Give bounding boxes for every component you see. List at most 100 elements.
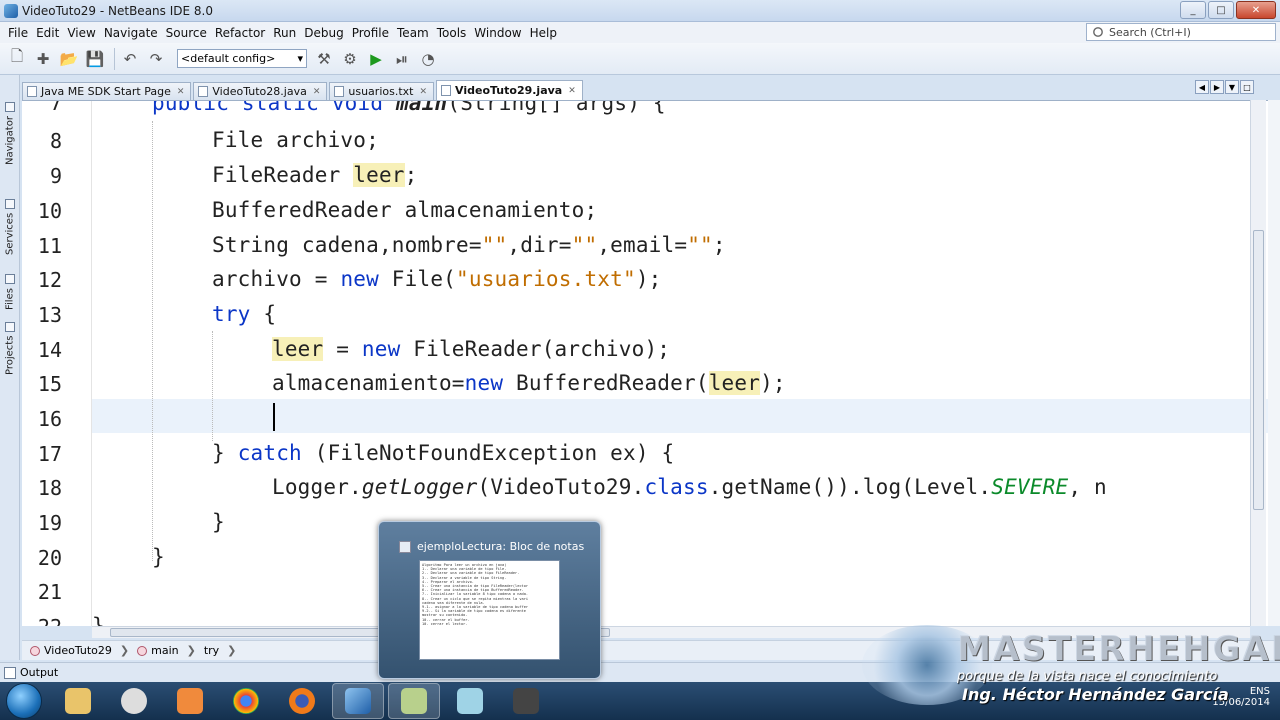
open-project-icon[interactable]: 📂	[58, 48, 80, 70]
projects-tab[interactable]: Projects	[2, 315, 18, 375]
chevron-right-icon[interactable]: ▶	[1210, 80, 1224, 94]
code-editor[interactable]: 7 8 9 10 11 12 13 14 15 16 17 18 19 20 2…	[22, 100, 1270, 626]
menu-file[interactable]: File	[4, 26, 32, 40]
menu-navigate[interactable]: Navigate	[100, 26, 162, 40]
taskbar	[0, 682, 1280, 720]
line-number: 22	[22, 615, 62, 626]
services-tab[interactable]: Services	[2, 185, 18, 255]
menu-team[interactable]: Team	[393, 26, 433, 40]
keyword: catch	[237, 441, 302, 465]
taskbar-netbeans[interactable]	[332, 683, 384, 719]
taskbar-media[interactable]	[164, 683, 216, 719]
netbeans-icon	[345, 688, 371, 714]
netbeans-app-icon	[4, 3, 18, 18]
search-input[interactable]	[1109, 25, 1269, 39]
taskbar-explorer[interactable]	[52, 683, 104, 719]
projects-icon	[5, 321, 15, 332]
taskbar-thumbnail-popup[interactable]: ejemploLectura: Bloc de notas Algoritmo …	[378, 521, 601, 679]
close-icon[interactable]: ✕	[313, 87, 321, 97]
profile-icon[interactable]: ◔	[417, 48, 439, 70]
redo-icon[interactable]: ↷	[145, 48, 167, 70]
menu-help[interactable]: Help	[526, 26, 561, 40]
menu-refactor[interactable]: Refactor	[211, 26, 269, 40]
language-indicator[interactable]: ENS	[1212, 686, 1270, 697]
line-number: 15	[37, 372, 62, 396]
menu-source[interactable]: Source	[162, 26, 211, 40]
keyword: new	[464, 371, 504, 395]
config-dropdown[interactable]: <default config> ▾	[177, 49, 307, 68]
navigator-tab[interactable]: Navigator	[2, 95, 18, 165]
debug-icon[interactable]: ⏯	[391, 48, 413, 70]
title-bar: VideoTuto29 - NetBeans IDE 8.0 _ □ ✕	[0, 0, 1280, 22]
breadcrumb-try[interactable]: try ❯	[204, 644, 237, 657]
menu-tools[interactable]: Tools	[433, 26, 471, 40]
maximize-editor-icon[interactable]: □	[1240, 80, 1254, 94]
breadcrumb-class[interactable]: VideoTuto29 ❯	[30, 644, 129, 657]
minimize-button[interactable]: _	[1180, 1, 1206, 19]
scrollbar-thumb[interactable]	[1253, 230, 1264, 510]
tab-usuarios-txt[interactable]: usuarios.txt ✕	[329, 82, 435, 100]
horizontal-scrollbar[interactable]	[92, 626, 1250, 638]
menu-edit[interactable]: Edit	[32, 26, 63, 40]
error-stripe	[1268, 100, 1280, 626]
code-text: (FileNotFoundException ex) {	[301, 441, 675, 465]
clock-icon	[121, 688, 147, 714]
undo-icon[interactable]: ↶	[119, 48, 141, 70]
output-tab[interactable]: Output	[0, 662, 1280, 682]
string-literal: ""	[687, 233, 713, 257]
code-text: BufferedReader(	[503, 371, 709, 395]
taskbar-recorder[interactable]	[500, 683, 552, 719]
services-tab-label: Services	[4, 212, 16, 255]
save-all-icon[interactable]: 💾	[84, 48, 106, 70]
string-literal: ""	[481, 233, 508, 257]
breadcrumb: VideoTuto29 ❯ main ❯ try ❯	[22, 640, 1280, 660]
line-number: 8	[49, 129, 62, 153]
files-tab[interactable]: Files	[2, 265, 18, 310]
keyword: new	[361, 337, 401, 361]
vertical-scrollbar[interactable]	[1250, 100, 1266, 626]
code-text: (VideoTuto29.	[477, 475, 645, 499]
start-button[interactable]	[6, 683, 42, 719]
files-tab-label: Files	[4, 288, 16, 310]
clean-build-icon[interactable]: ⚙	[339, 48, 361, 70]
tray-date[interactable]: 15/06/2014	[1212, 697, 1270, 708]
files-icon	[5, 274, 15, 285]
menu-run[interactable]: Run	[269, 26, 300, 40]
code-line-22: }	[92, 614, 105, 626]
chevron-down-icon[interactable]: ▼	[1225, 80, 1239, 94]
tab-videotuto28-java[interactable]: VideoTuto28.java ✕	[193, 82, 328, 100]
code-line-18: Logger.getLogger(VideoTuto29.class.getNa…	[272, 475, 1107, 499]
build-icon[interactable]: ⚒	[313, 48, 335, 70]
taskbar-firefox[interactable]	[276, 683, 328, 719]
code-text: );	[635, 267, 662, 291]
run-icon[interactable]: ▶	[365, 48, 387, 70]
breadcrumb-label: main	[151, 644, 179, 657]
close-icon[interactable]: ✕	[177, 87, 185, 97]
code-text: =	[323, 337, 362, 361]
maximize-button[interactable]: □	[1208, 1, 1234, 19]
line-number-gutter: 7 8 9 10 11 12 13 14 15 16 17 18 19 20 2…	[22, 101, 66, 626]
new-file-icon[interactable]: 🗋	[6, 47, 28, 70]
new-project-icon[interactable]: ✚	[32, 48, 54, 70]
close-icon[interactable]: ✕	[568, 86, 576, 96]
taskbar-app[interactable]	[444, 683, 496, 719]
code-line-10: BufferedReader almacenamiento;	[212, 198, 598, 222]
tab-videotuto29-java[interactable]: VideoTuto29.java ✕	[436, 80, 583, 100]
line-number: 10	[37, 199, 62, 223]
window-preview[interactable]: Algoritmo Para leer un archivo en java) …	[419, 560, 560, 660]
taskbar-chrome[interactable]	[220, 683, 272, 719]
menu-view[interactable]: View	[63, 26, 99, 40]
tab-java-me-sdk-start-page[interactable]: Java ME SDK Start Page ✕	[22, 82, 192, 100]
breadcrumb-method[interactable]: main ❯	[137, 644, 196, 657]
output-label: Output	[20, 666, 59, 679]
menu-debug[interactable]: Debug	[300, 26, 347, 40]
tab-label: usuarios.txt	[348, 85, 414, 98]
close-button[interactable]: ✕	[1236, 1, 1276, 19]
menu-window[interactable]: Window	[470, 26, 525, 40]
taskbar-clock-app[interactable]	[108, 683, 160, 719]
taskbar-notepad[interactable]	[388, 683, 440, 719]
code-line-9: FileReader leer;	[212, 163, 418, 187]
chevron-left-icon[interactable]: ◀	[1195, 80, 1209, 94]
close-icon[interactable]: ✕	[419, 87, 427, 97]
menu-profile[interactable]: Profile	[348, 26, 393, 40]
